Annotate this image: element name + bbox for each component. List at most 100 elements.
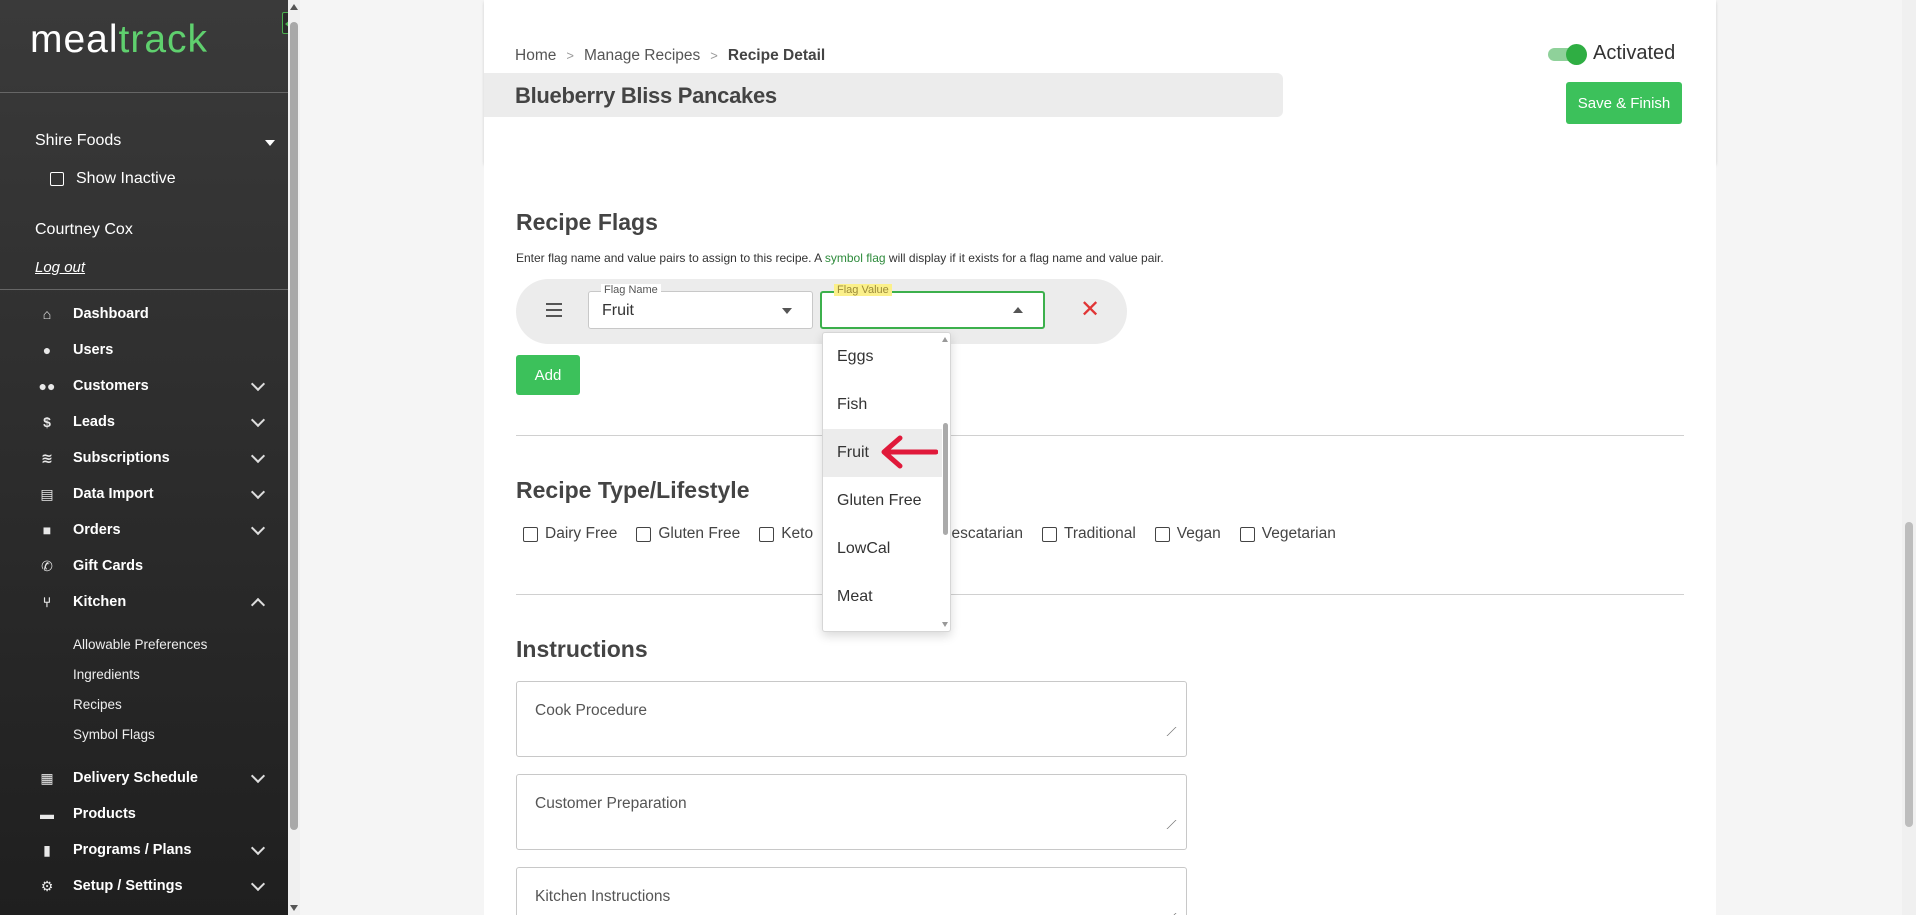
dropdown-scrollbar[interactable] <box>941 337 949 627</box>
nav-dashboard[interactable]: ⌂ Dashboard <box>38 302 263 326</box>
scrollbar-thumb[interactable] <box>290 22 298 830</box>
cook-procedure-field[interactable]: Cook Procedure <box>516 681 1187 757</box>
nav-orders[interactable]: ■ Orders <box>38 518 266 542</box>
checkbox-icon[interactable] <box>50 172 64 186</box>
scroll-down-icon[interactable] <box>290 905 298 911</box>
checkbox-icon[interactable] <box>1239 526 1255 542</box>
home-icon: ⌂ <box>42 306 52 322</box>
nav-delivery-schedule[interactable]: ▦ Delivery Schedule <box>38 766 266 790</box>
flag-name-select[interactable]: Flag Name Fruit <box>588 284 813 329</box>
user-icon: ● <box>42 342 52 358</box>
option-lowcal[interactable]: LowCal <box>823 525 942 573</box>
recipe-type-title: Recipe Type/Lifestyle <box>516 477 750 503</box>
chevron-down-icon[interactable] <box>250 840 266 856</box>
nav-users[interactable]: ● Users <box>38 338 263 362</box>
flag-value-select[interactable]: Flag Value <box>820 284 1045 329</box>
drag-handle-icon[interactable] <box>546 303 562 317</box>
caret-down-icon[interactable] <box>265 140 275 146</box>
nav-sub-ingredients[interactable]: Ingredients <box>73 667 140 682</box>
nav-customers[interactable]: ●● Customers <box>38 374 266 398</box>
type-dairy-free[interactable]: Dairy Free <box>523 525 617 543</box>
nav-leads[interactable]: $ Leads <box>38 410 266 434</box>
recipe-flags-help: Enter flag name and value pairs to assig… <box>516 251 1164 265</box>
type-gluten-free[interactable]: Gluten Free <box>636 525 740 543</box>
utensils-icon: ⑂ <box>42 594 52 610</box>
dollar-icon: $ <box>43 414 51 430</box>
checkbox-icon[interactable] <box>1041 526 1057 542</box>
checkbox-icon[interactable] <box>523 526 538 542</box>
nav-gift-cards[interactable]: ✆ Gift Cards <box>38 554 263 578</box>
type-vegetarian[interactable]: Vegetarian <box>1239 525 1336 543</box>
nav-sub-symbol-flags[interactable]: Symbol Flags <box>73 727 155 742</box>
scrollbar-thumb[interactable] <box>1905 522 1913 827</box>
chevron-down-icon[interactable] <box>250 448 266 464</box>
phone-icon: ✆ <box>41 557 53 574</box>
sidebar-scrollbar[interactable] <box>288 0 300 915</box>
resize-handle-icon[interactable] <box>1158 727 1177 736</box>
divider <box>516 435 1684 436</box>
option-fish[interactable]: Fish <box>823 381 942 429</box>
breadcrumb: Home > Manage Recipes > Recipe Detail <box>515 47 825 65</box>
toggle-knob <box>1566 44 1587 65</box>
breadcrumb-home[interactable]: Home <box>515 47 556 65</box>
chevron-down-icon[interactable] <box>250 768 266 784</box>
add-flag-button[interactable]: Add <box>516 355 580 395</box>
type-keto[interactable]: Keto <box>759 525 813 543</box>
red-arrow-annotation-icon <box>881 435 938 469</box>
scroll-up-icon[interactable] <box>290 4 298 10</box>
nav-setup-settings[interactable]: ⚙ Setup / Settings <box>38 874 266 898</box>
nav-kitchen[interactable]: ⑂ Kitchen <box>38 590 266 614</box>
page-scrollbar[interactable] <box>1902 0 1916 915</box>
flag-value-dropdown: Eggs Fish Fruit Gluten Free LowCal Meat <box>822 332 951 632</box>
chevron-down-icon[interactable] <box>250 376 266 392</box>
option-eggs[interactable]: Eggs <box>823 333 942 381</box>
chevron-down-icon[interactable] <box>250 520 266 536</box>
chevron-down-icon[interactable] <box>250 876 266 892</box>
resize-handle-icon[interactable] <box>1158 820 1177 829</box>
organization-select[interactable]: Shire Foods <box>35 132 121 150</box>
page-title: Blueberry Bliss Pancakes <box>515 83 777 108</box>
logout-link[interactable]: Log out <box>35 259 85 276</box>
checkbox-icon[interactable] <box>636 526 652 542</box>
nav-data-import[interactable]: ▤ Data Import <box>38 482 266 506</box>
divider <box>0 92 288 93</box>
divider <box>0 289 288 290</box>
nav-products[interactable]: ▬ Products <box>38 802 263 826</box>
option-gluten-free[interactable]: Gluten Free <box>823 477 942 525</box>
scroll-up-icon[interactable] <box>942 337 948 342</box>
nav-programs-plans[interactable]: ▮ Programs / Plans <box>38 838 266 862</box>
chevron-down-icon[interactable] <box>250 484 266 500</box>
gear-icon: ⚙ <box>40 877 54 894</box>
chevron-up-icon[interactable] <box>250 597 266 613</box>
checkbox-icon[interactable] <box>759 526 775 542</box>
breadcrumb-current: Recipe Detail <box>727 47 826 64</box>
activated-toggle[interactable] <box>1548 44 1587 65</box>
type-vegan[interactable]: Vegan <box>1154 525 1221 543</box>
chevron-down-icon[interactable] <box>250 412 266 428</box>
recipe-title-field[interactable]: Blueberry Bliss Pancakes <box>484 73 1283 117</box>
logo[interactable]: mealtrack <box>30 18 208 62</box>
save-finish-button[interactable]: Save & Finish <box>1566 82 1682 124</box>
remove-flag-icon[interactable]: ✕ <box>1080 298 1100 322</box>
box-icon: ▬ <box>40 806 54 822</box>
caret-up-icon[interactable] <box>1013 307 1023 313</box>
file-icon: ▤ <box>40 485 54 502</box>
caret-down-icon[interactable] <box>782 308 792 314</box>
clipboard-icon: ▮ <box>43 841 51 858</box>
nav-subscriptions[interactable]: ≋ Subscriptions <box>38 446 266 470</box>
nav-sub-recipes[interactable]: Recipes <box>73 697 122 712</box>
type-traditional[interactable]: Traditional <box>1041 525 1136 543</box>
show-inactive-checkbox[interactable]: Show Inactive <box>50 170 176 188</box>
kitchen-instructions-field[interactable]: Kitchen Instructions <box>516 867 1187 915</box>
symbol-flag-link[interactable]: symbol flag <box>825 251 886 265</box>
recipe-flags-title: Recipe Flags <box>516 209 658 235</box>
customer-preparation-field[interactable]: Customer Preparation <box>516 774 1187 850</box>
layers-icon: ≋ <box>41 449 53 466</box>
option-meat[interactable]: Meat <box>823 573 942 621</box>
breadcrumb-manage-recipes[interactable]: Manage Recipes <box>584 47 700 65</box>
breadcrumb-separator: > <box>710 48 718 63</box>
checkbox-icon[interactable] <box>1154 526 1170 542</box>
scroll-down-icon[interactable] <box>942 622 948 627</box>
scrollbar-thumb[interactable] <box>943 423 948 535</box>
nav-sub-allowable-preferences[interactable]: Allowable Preferences <box>73 637 207 652</box>
